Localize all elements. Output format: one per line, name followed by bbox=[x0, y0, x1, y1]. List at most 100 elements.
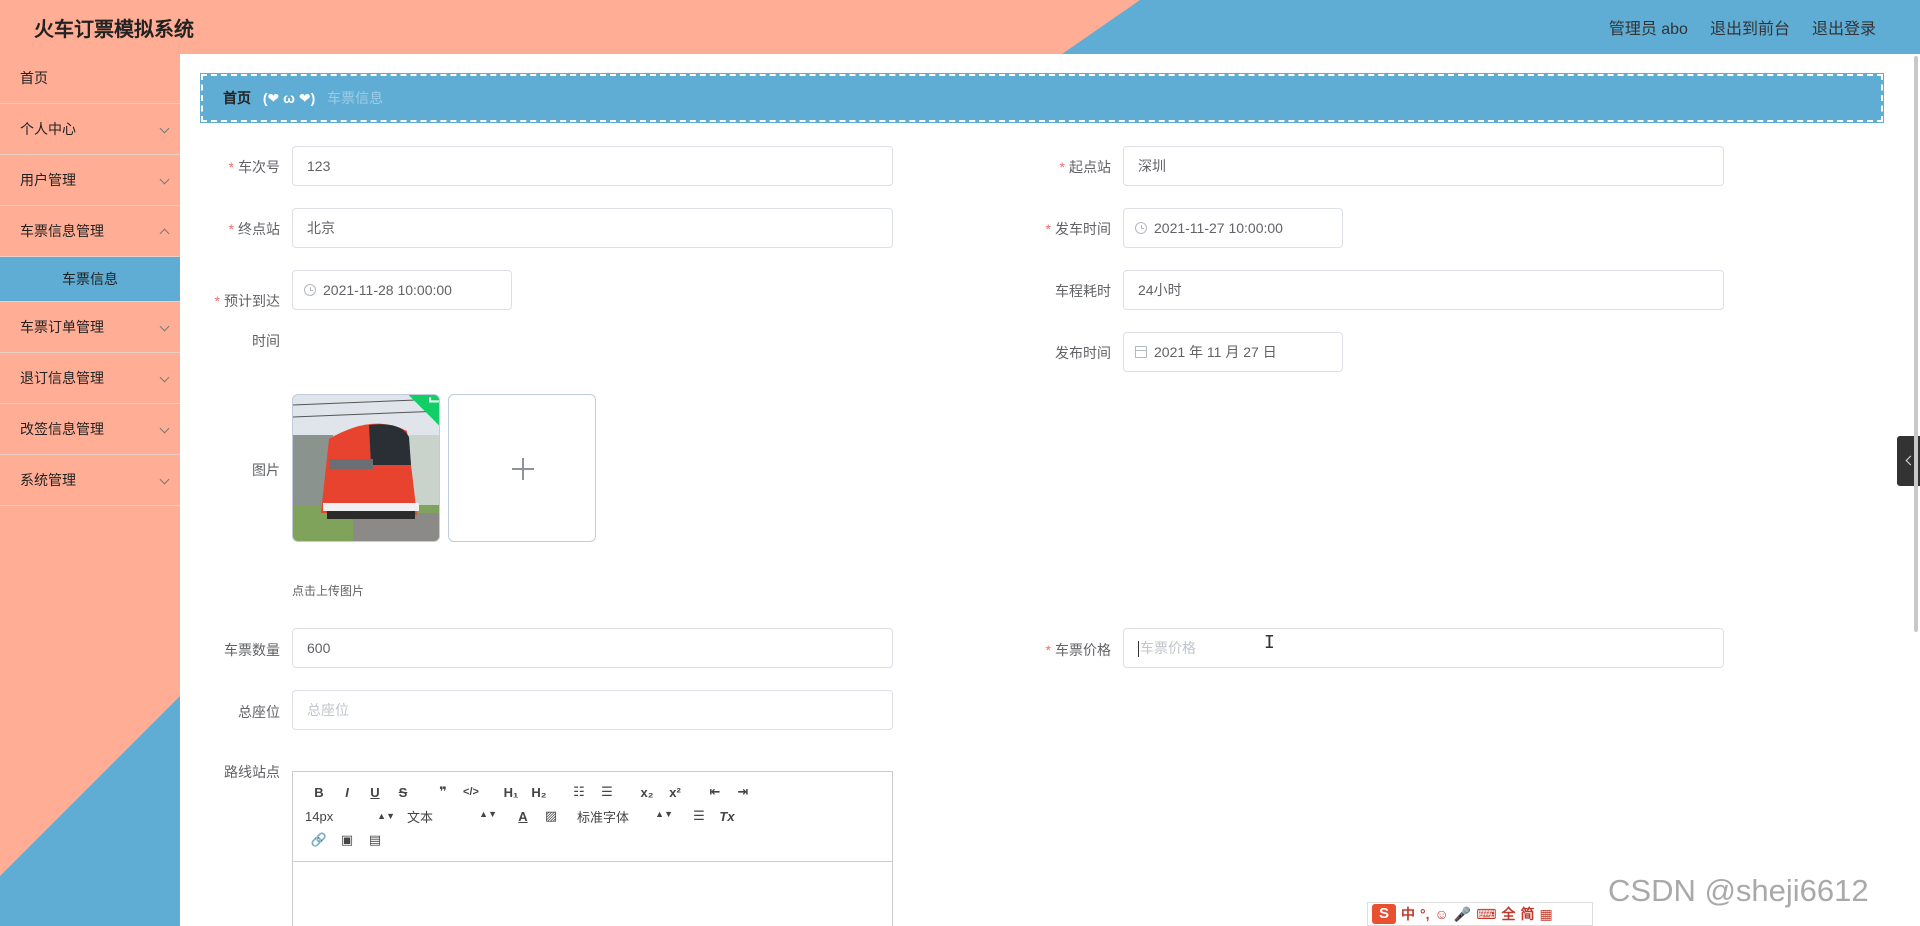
admin-user-link[interactable]: 管理员 abo bbox=[1609, 15, 1688, 39]
upload-add-button[interactable] bbox=[448, 394, 596, 542]
ime-punctuation-icon[interactable]: °, bbox=[1420, 906, 1430, 922]
page-scrollbar[interactable] bbox=[1914, 56, 1918, 632]
start-station-input[interactable]: 深圳 bbox=[1123, 146, 1724, 186]
align-icon[interactable]: ☰ bbox=[685, 808, 713, 824]
bullet-list-icon[interactable]: ☰ bbox=[593, 784, 621, 800]
arrive-time-label: * 预计到达 时间 bbox=[214, 293, 280, 349]
toolbar-row-3: 🔗 ▣ ▤ bbox=[305, 828, 880, 852]
blockquote-icon[interactable]: ❞ bbox=[429, 784, 457, 800]
select-arrows-icon: ▲▼ bbox=[655, 808, 673, 819]
total-seats-input[interactable]: 总座位 bbox=[292, 690, 893, 730]
block-type-select[interactable]: 文本 ▲▼ bbox=[407, 807, 497, 826]
sidebar-subitem-ticket-info[interactable]: 车票信息 bbox=[0, 257, 180, 302]
ticket-count-input[interactable]: 600 bbox=[292, 628, 893, 668]
video-icon[interactable]: ▤ bbox=[361, 832, 389, 848]
arrive-time-picker[interactable]: 2021-11-28 10:00:00 bbox=[292, 270, 512, 310]
code-block-icon[interactable]: </> bbox=[457, 786, 485, 798]
sidebar-item-personal-center[interactable]: 个人中心 bbox=[0, 104, 180, 155]
sogou-logo-icon[interactable]: S bbox=[1372, 904, 1396, 924]
strikethrough-icon[interactable]: S bbox=[389, 785, 417, 800]
link-icon[interactable]: 🔗 bbox=[305, 832, 333, 848]
font-color-icon[interactable]: A bbox=[509, 809, 537, 824]
image-icon[interactable]: ▣ bbox=[333, 832, 361, 848]
chevron-down-icon bbox=[159, 174, 170, 185]
ticket-price-label: * 车票价格 bbox=[1045, 642, 1111, 658]
depart-time-picker[interactable]: 2021-11-27 10:00:00 bbox=[1123, 208, 1343, 248]
background-color-icon[interactable]: ▨ bbox=[537, 808, 565, 824]
toolbar-row-1: B I U S ❞ </> H₁ H₂ ☷ ☰ x₂ x² ⇤ ⇥ bbox=[305, 780, 880, 804]
duration-input[interactable]: 24小时 bbox=[1123, 270, 1724, 310]
chevron-down-icon bbox=[159, 372, 170, 383]
font-size-select[interactable]: 14px ▲▼ bbox=[305, 809, 395, 824]
toolbar-row-2: 14px ▲▼ 文本 ▲▼ A ▨ 标准字体 ▲▼ ☰ Tx bbox=[305, 804, 880, 828]
uploaded-train-image[interactable] bbox=[292, 394, 440, 542]
breadcrumb-home[interactable]: 首页 bbox=[223, 90, 251, 106]
duration-label: 车程耗时 bbox=[1055, 283, 1111, 299]
sidebar-item-label: 首页 bbox=[20, 70, 48, 86]
subscript-icon[interactable]: x₂ bbox=[633, 785, 661, 800]
mouse-ibeam-cursor: I bbox=[1264, 632, 1275, 653]
calendar-icon bbox=[1135, 346, 1147, 358]
ticket-price-input[interactable]: 车票价格 bbox=[1123, 628, 1724, 668]
sidebar-item-label: 系统管理 bbox=[20, 472, 76, 488]
publish-date-picker[interactable]: 2021 年 11 月 27 日 bbox=[1123, 332, 1343, 372]
ime-menu-icon[interactable]: ▦ bbox=[1539, 906, 1552, 923]
top-header: 火车订票模拟系统 管理员 abo 退出到前台 退出登录 bbox=[0, 0, 1920, 54]
ime-simplified[interactable]: 简 bbox=[1520, 904, 1534, 924]
editor-toolbar: B I U S ❞ </> H₁ H₂ ☷ ☰ x₂ x² ⇤ ⇥ 14px ▲▼… bbox=[293, 772, 892, 862]
sidebar-item-label: 用户管理 bbox=[20, 172, 76, 188]
sidebar: 首页 个人中心 用户管理 车票信息管理 车票信息 车票订单管理 退订信息管理 改… bbox=[0, 54, 180, 926]
heading1-icon[interactable]: H₁ bbox=[497, 785, 525, 800]
plus-icon-vertical bbox=[522, 458, 524, 480]
ime-keyboard-icon[interactable]: ⌨ bbox=[1476, 906, 1496, 923]
superscript-icon[interactable]: x² bbox=[661, 785, 689, 800]
start-station-label: * 起点站 bbox=[1059, 159, 1111, 175]
ticket-count-label: 车票数量 bbox=[224, 642, 280, 658]
chevron-up-icon bbox=[159, 228, 170, 239]
chevron-down-icon bbox=[159, 123, 170, 134]
upload-tip: 点击上传图片 bbox=[292, 584, 365, 598]
sidebar-item-label: 个人中心 bbox=[20, 121, 76, 137]
text-caret bbox=[1138, 641, 1139, 658]
clock-icon bbox=[1135, 222, 1147, 234]
end-station-input[interactable]: 北京 bbox=[292, 208, 893, 248]
sidebar-item-ticket-order-management[interactable]: 车票订单管理 bbox=[0, 302, 180, 353]
sidebar-item-rebook-management[interactable]: 改签信息管理 bbox=[0, 404, 180, 455]
bold-icon[interactable]: B bbox=[305, 785, 333, 800]
sidebar-item-home[interactable]: 首页 bbox=[0, 54, 180, 104]
sidebar-item-refund-management[interactable]: 退订信息管理 bbox=[0, 353, 180, 404]
logout-link[interactable]: 退出登录 bbox=[1812, 15, 1876, 39]
breadcrumb-current: 车票信息 bbox=[327, 90, 384, 106]
sidebar-item-label: 退订信息管理 bbox=[20, 370, 104, 386]
font-family-select[interactable]: 标准字体 ▲▼ bbox=[577, 807, 673, 826]
sidebar-item-user-management[interactable]: 用户管理 bbox=[0, 155, 180, 206]
sidebar-item-label: 车票订单管理 bbox=[20, 319, 104, 335]
outdent-icon[interactable]: ⇤ bbox=[701, 784, 729, 800]
ime-toolbar: S 中 °, ☺ 🎤 ⌨ 全 简 ▦ bbox=[1367, 902, 1593, 926]
indent-icon[interactable]: ⇥ bbox=[729, 784, 757, 800]
publish-time-label: 发布时间 bbox=[1055, 345, 1111, 361]
train-no-input[interactable]: 123 bbox=[292, 146, 893, 186]
underline-icon[interactable]: U bbox=[361, 785, 389, 800]
chevron-down-icon bbox=[159, 321, 170, 332]
back-to-front-link[interactable]: 退出到前台 bbox=[1710, 15, 1790, 39]
image-label: 图片 bbox=[252, 462, 280, 478]
clear-format-icon[interactable]: Tx bbox=[713, 809, 741, 824]
heading2-icon[interactable]: H₂ bbox=[525, 785, 553, 800]
ime-mode-chinese[interactable]: 中 bbox=[1401, 904, 1415, 924]
ime-voice-icon[interactable]: 🎤 bbox=[1454, 906, 1471, 923]
italic-icon[interactable]: I bbox=[333, 785, 361, 800]
breadcrumb: 首页 (❤ ω ❤) 车票信息 bbox=[200, 73, 1884, 123]
chevron-down-icon bbox=[159, 474, 170, 485]
ime-fullwidth[interactable]: 全 bbox=[1501, 904, 1515, 924]
end-station-label: * 终点站 bbox=[228, 221, 280, 237]
ime-emoji-icon[interactable]: ☺ bbox=[1435, 906, 1449, 922]
clock-icon bbox=[304, 284, 316, 296]
total-seats-label: 总座位 bbox=[238, 704, 280, 720]
sidebar-item-system-management[interactable]: 系统管理 bbox=[0, 455, 180, 506]
ordered-list-icon[interactable]: ☷ bbox=[565, 784, 593, 800]
header-nav: 管理员 abo 退出到前台 退出登录 bbox=[1609, 15, 1876, 39]
editor-content-area[interactable] bbox=[293, 862, 892, 926]
sidebar-item-ticket-info-management[interactable]: 车票信息管理 bbox=[0, 206, 180, 257]
depart-time-label: * 发车时间 bbox=[1045, 221, 1111, 237]
